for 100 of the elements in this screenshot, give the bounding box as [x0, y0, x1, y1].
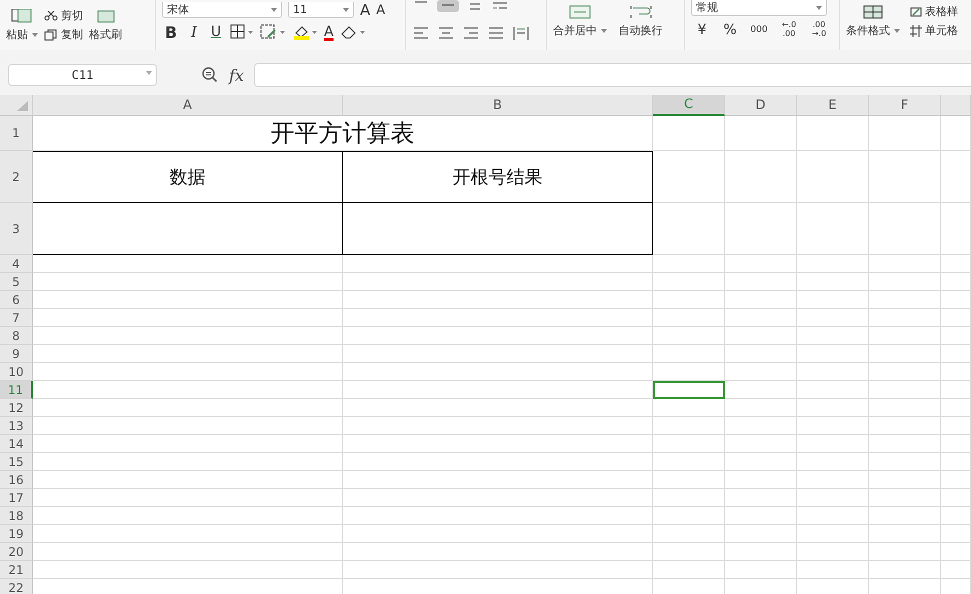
currency-button[interactable]: ¥ [691, 20, 713, 40]
column-header[interactable]: A [33, 95, 343, 116]
grid-cell[interactable] [869, 309, 941, 327]
select-all-corner[interactable] [0, 95, 33, 116]
increase-font-button[interactable]: A [360, 0, 370, 20]
grid-cell[interactable] [653, 507, 725, 525]
column-header[interactable]: D [725, 95, 797, 116]
grid-cell[interactable] [343, 399, 653, 417]
grid-cell[interactable] [869, 363, 941, 381]
grid-cell[interactable] [343, 255, 653, 273]
grid-cell[interactable] [941, 381, 971, 399]
grid-cell[interactable] [797, 345, 869, 363]
grid-cell[interactable] [869, 471, 941, 489]
borders-icon[interactable] [230, 24, 254, 40]
grid-cell[interactable] [869, 543, 941, 561]
grid-cell[interactable] [797, 309, 869, 327]
grid-cell[interactable] [343, 309, 653, 327]
grid-cell[interactable] [941, 435, 971, 453]
table-cell[interactable] [33, 203, 343, 255]
grid-cell[interactable] [941, 203, 971, 255]
grid-cell[interactable] [33, 525, 343, 543]
grid-cell[interactable] [653, 489, 725, 507]
grid-cell[interactable] [653, 453, 725, 471]
grid-cell[interactable] [797, 116, 869, 151]
format-painter-button[interactable]: 格式刷 [89, 27, 122, 42]
grid-cell[interactable] [797, 453, 869, 471]
grid-cell[interactable] [797, 417, 869, 435]
grid-cell[interactable] [941, 543, 971, 561]
grid-cell[interactable] [653, 435, 725, 453]
merge-icon[interactable] [568, 5, 592, 19]
grid-cell[interactable] [869, 327, 941, 345]
row-header[interactable]: 1 [0, 116, 33, 151]
grid-cell[interactable] [33, 489, 343, 507]
grid-cell[interactable] [725, 453, 797, 471]
grid-cell[interactable] [725, 255, 797, 273]
column-header[interactable]: F [869, 95, 941, 116]
grid-cell[interactable] [869, 291, 941, 309]
grid-cell[interactable] [33, 363, 343, 381]
grid-cell[interactable] [343, 345, 653, 363]
font-name-dropdown[interactable]: 宋体 [162, 2, 282, 18]
column-header[interactable]: B [343, 95, 653, 116]
grid-cell[interactable] [869, 381, 941, 399]
grid-cell[interactable] [653, 151, 725, 203]
grid-cell[interactable] [725, 203, 797, 255]
grid-cell[interactable] [869, 507, 941, 525]
row-header[interactable]: 7 [0, 309, 33, 327]
wrap-text-icon[interactable] [628, 5, 652, 19]
grid-cell[interactable] [725, 561, 797, 579]
merge-center-button[interactable]: 合并居中 [553, 23, 606, 38]
row-header[interactable]: 15 [0, 453, 33, 471]
grid-cell[interactable] [343, 543, 653, 561]
row-header[interactable]: 12 [0, 399, 33, 417]
grid-cell[interactable] [941, 471, 971, 489]
grid-cell[interactable] [653, 525, 725, 543]
row-header[interactable]: 16 [0, 471, 33, 489]
row-header[interactable]: 18 [0, 507, 33, 525]
grid-cell[interactable] [869, 255, 941, 273]
grid-cell[interactable] [653, 345, 725, 363]
grid-cell[interactable] [941, 525, 971, 543]
align-center-icon[interactable] [437, 26, 455, 40]
grid-cell[interactable] [725, 345, 797, 363]
grid-cell[interactable] [869, 489, 941, 507]
format-painter-icon[interactable] [94, 9, 116, 23]
active-cell[interactable] [653, 381, 725, 399]
grid-cell[interactable] [33, 345, 343, 363]
thousands-button[interactable]: 000 [747, 20, 771, 40]
row-header[interactable]: 3 [0, 203, 33, 255]
grid-cell[interactable] [941, 507, 971, 525]
grid-cell[interactable] [725, 363, 797, 381]
grid-cell[interactable] [797, 363, 869, 381]
grid-cell[interactable] [725, 291, 797, 309]
grid-cell[interactable] [725, 116, 797, 151]
grid-cell[interactable] [343, 273, 653, 291]
increase-decimal-button[interactable]: ←.0 .00 [777, 20, 801, 40]
row-header[interactable]: 9 [0, 345, 33, 363]
grid-cell[interactable] [653, 363, 725, 381]
wrap-text-button[interactable]: 自动换行 [618, 23, 662, 38]
grid-cell[interactable] [941, 561, 971, 579]
grid-cell[interactable] [869, 203, 941, 255]
grid-cell[interactable] [725, 273, 797, 291]
grid-cell[interactable] [653, 561, 725, 579]
grid-cell[interactable] [941, 417, 971, 435]
grid-cell[interactable] [33, 399, 343, 417]
grid-cell[interactable] [653, 203, 725, 255]
align-left-icon[interactable] [412, 26, 430, 40]
grid-cell[interactable] [653, 417, 725, 435]
grid-cell[interactable] [725, 399, 797, 417]
grid-cell[interactable] [797, 327, 869, 345]
column-header[interactable]: E [797, 95, 869, 116]
number-format-dropdown[interactable]: 常规 [691, 0, 827, 16]
table-cell[interactable]: 数据 [33, 151, 343, 203]
fill-color-icon[interactable] [292, 24, 318, 40]
font-color-button[interactable]: A [324, 22, 334, 42]
row-header[interactable]: 17 [0, 489, 33, 507]
grid-cell[interactable] [33, 309, 343, 327]
name-box[interactable]: C11 [8, 64, 157, 86]
grid-cell[interactable] [941, 309, 971, 327]
row-header[interactable]: 13 [0, 417, 33, 435]
grid-cell[interactable] [725, 417, 797, 435]
row-header[interactable]: 14 [0, 435, 33, 453]
